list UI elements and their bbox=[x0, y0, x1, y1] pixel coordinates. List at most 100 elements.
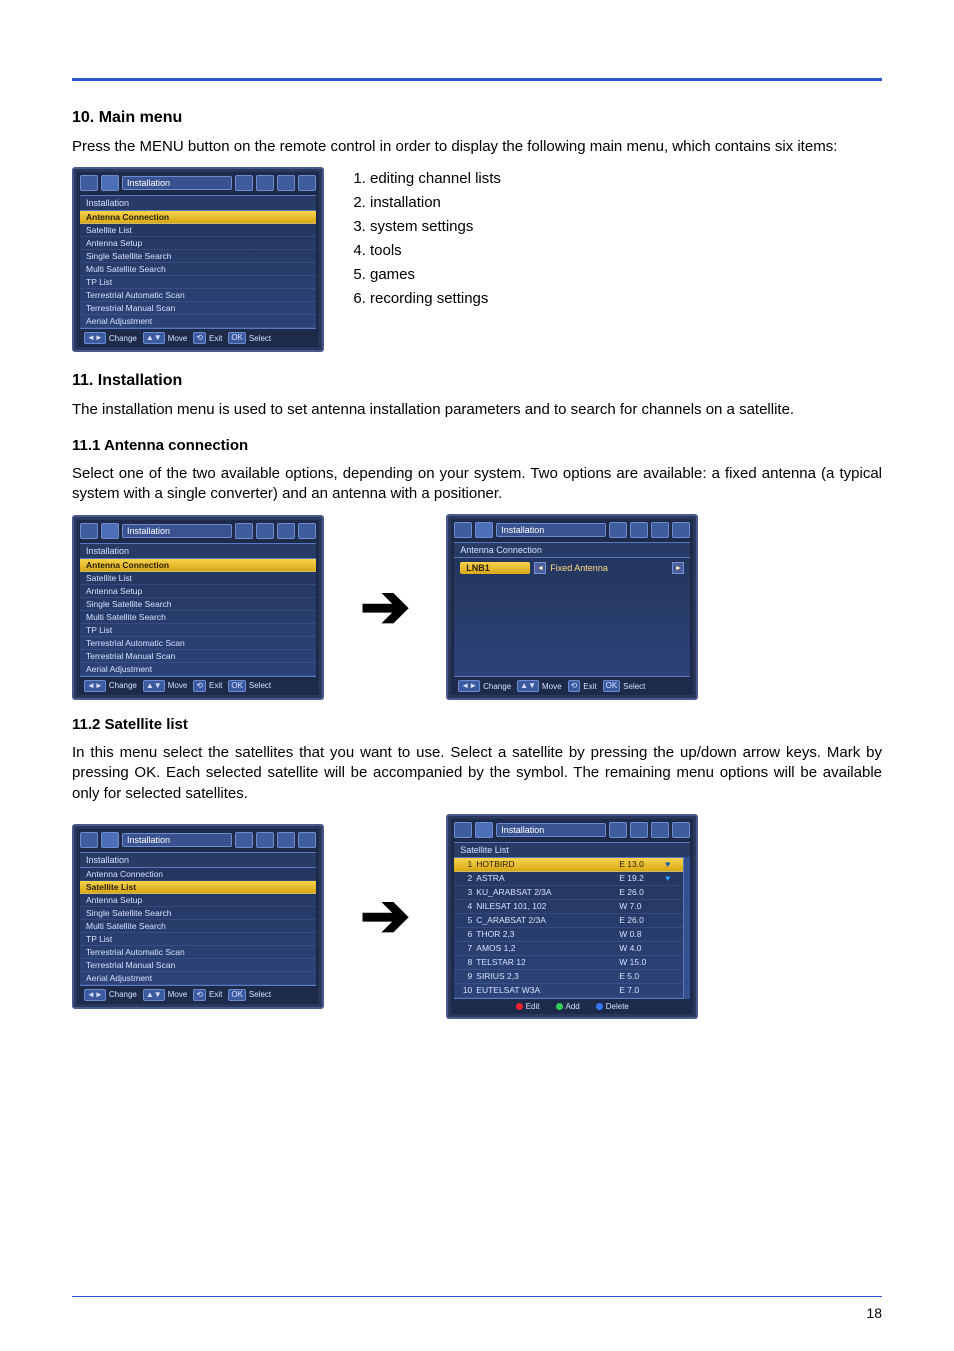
top-icon bbox=[256, 175, 274, 191]
hint-change: ◄►Change bbox=[458, 680, 511, 692]
menu-item: Multi Satellite Search bbox=[80, 263, 316, 276]
menu-item: Terrestrial Manual Scan bbox=[80, 302, 316, 315]
section-11-title: 11. Installation bbox=[72, 372, 882, 390]
hint-move: ▲▼Move bbox=[517, 680, 561, 692]
top-title: Installation bbox=[122, 524, 232, 538]
menu-item: Multi Satellite Search bbox=[80, 611, 316, 624]
menu-item: Terrestrial Automatic Scan bbox=[80, 289, 316, 302]
hint-select: OKSelect bbox=[228, 332, 271, 344]
hint-move: ▲▼Move bbox=[143, 332, 187, 344]
arrow-right-icon: ► bbox=[672, 562, 684, 574]
section-10-title: 10. Main menu bbox=[72, 109, 882, 127]
form-row-lnb1: LNB1 ◄ Fixed Antenna ► bbox=[460, 562, 684, 574]
screenshot-antenna-connection: Installation Antenna Connection LNB1 ◄ F… bbox=[446, 514, 698, 700]
menu-list: Antenna ConnectionSatellite ListAntenna … bbox=[80, 867, 316, 986]
menu-item: Antenna Setup bbox=[80, 894, 316, 907]
form-value: Fixed Antenna bbox=[550, 563, 608, 573]
screenshot-installation-menu-hl-satlist: Installation Installation Antenna Connec… bbox=[72, 824, 324, 1009]
top-icon bbox=[80, 523, 98, 539]
panel-header: Installation bbox=[80, 543, 316, 558]
screenshot-installation-menu-hl-antenna: Installation Installation Antenna Connec… bbox=[72, 515, 324, 700]
panel-header: Installation bbox=[80, 195, 316, 210]
panel-header: Installation bbox=[80, 852, 316, 867]
satellite-row: 10EUTELSAT W3AE 7.0 bbox=[454, 984, 683, 998]
hint-exit: ⟲Exit bbox=[193, 989, 222, 1001]
top-icon bbox=[609, 522, 627, 538]
top-icon bbox=[454, 522, 472, 538]
satellite-row: 1HOTBIRDE 13.0♥ bbox=[454, 858, 683, 872]
menu-item: Aerial Adjustment bbox=[80, 315, 316, 328]
top-icon bbox=[101, 175, 119, 191]
hint-exit: ⟲Exit bbox=[193, 680, 222, 692]
top-icon bbox=[101, 523, 119, 539]
menu-item: TP List bbox=[80, 624, 316, 637]
satellite-row: 5C_ARABSAT 2/3AE 26.0 bbox=[454, 914, 683, 928]
form-label: LNB1 bbox=[460, 562, 530, 574]
top-icon bbox=[298, 523, 316, 539]
top-icon bbox=[630, 822, 648, 838]
page-number: 18 bbox=[866, 1305, 882, 1321]
main-menu-list-item: tools bbox=[370, 239, 501, 263]
menu-list: Antenna ConnectionSatellite ListAntenna … bbox=[80, 558, 316, 677]
menu-list: Antenna ConnectionSatellite ListAntenna … bbox=[80, 210, 316, 329]
menu-item: Single Satellite Search bbox=[80, 907, 316, 920]
top-icon bbox=[298, 175, 316, 191]
screenshot-installation-menu: Installation Installation Antenna Connec… bbox=[72, 167, 324, 352]
scrollbar-track bbox=[683, 857, 690, 999]
hint-select: OKSelect bbox=[228, 989, 271, 1001]
top-icon bbox=[609, 822, 627, 838]
top-icon bbox=[235, 832, 253, 848]
section-11-paragraph: The installation menu is used to set ant… bbox=[72, 400, 882, 420]
arrow-right-icon: ➔ bbox=[350, 577, 420, 637]
arrow-left-icon: ◄ bbox=[534, 562, 546, 574]
top-icon bbox=[256, 832, 274, 848]
top-title: Installation bbox=[122, 176, 232, 190]
top-icon bbox=[672, 522, 690, 538]
satellite-row: 7AMOS 1,2W 4.0 bbox=[454, 942, 683, 956]
section-10-paragraph: Press the MENU button on the remote cont… bbox=[72, 137, 882, 157]
hint-delete: Delete bbox=[596, 1002, 629, 1011]
hint-exit: ⟲Exit bbox=[568, 680, 597, 692]
hint-change: ◄►Change bbox=[84, 680, 137, 692]
top-icon bbox=[80, 832, 98, 848]
top-icon bbox=[256, 523, 274, 539]
panel-header: Satellite List bbox=[454, 842, 690, 857]
menu-item: Antenna Connection bbox=[80, 868, 316, 881]
menu-item: Single Satellite Search bbox=[80, 598, 316, 611]
hint-add: Add bbox=[556, 1002, 580, 1011]
satellite-row: 3KU_ARABSAT 2/3AE 26.0 bbox=[454, 886, 683, 900]
top-icon bbox=[298, 832, 316, 848]
menu-item: Satellite List bbox=[80, 572, 316, 585]
top-icon bbox=[454, 822, 472, 838]
hint-move: ▲▼Move bbox=[143, 989, 187, 1001]
menu-item: Satellite List bbox=[80, 224, 316, 237]
menu-item: Aerial Adjustment bbox=[80, 972, 316, 985]
section-11-1-paragraph: Select one of the two available options,… bbox=[72, 464, 882, 505]
top-icon bbox=[277, 523, 295, 539]
top-icon bbox=[475, 822, 493, 838]
menu-item: Antenna Connection bbox=[80, 559, 316, 572]
top-icon bbox=[80, 175, 98, 191]
main-menu-list-item: system settings bbox=[370, 215, 501, 239]
top-icon bbox=[672, 822, 690, 838]
menu-item: Satellite List bbox=[80, 881, 316, 894]
main-menu-list-item: editing channel lists bbox=[370, 167, 501, 191]
top-icon bbox=[277, 832, 295, 848]
satellite-row: 9SIRIUS 2,3E 5.0 bbox=[454, 970, 683, 984]
section-11-2-title: 11.2 Satellite list bbox=[72, 716, 882, 733]
satellite-row: 4NILESAT 101, 102W 7.0 bbox=[454, 900, 683, 914]
menu-item: Antenna Connection bbox=[80, 211, 316, 224]
main-menu-list-item: games bbox=[370, 263, 501, 287]
satellite-row: 8TELSTAR 12W 15.0 bbox=[454, 956, 683, 970]
top-icon bbox=[651, 822, 669, 838]
top-title: Installation bbox=[496, 823, 606, 837]
hint-select: OKSelect bbox=[603, 680, 646, 692]
hint-move: ▲▼Move bbox=[143, 680, 187, 692]
screenshot-satellite-list: Installation Satellite List 1HOTBIRDE 13… bbox=[446, 814, 698, 1019]
main-menu-numbered-list: editing channel listsinstallationsystem … bbox=[370, 167, 501, 311]
menu-item: Aerial Adjustment bbox=[80, 663, 316, 676]
top-icon bbox=[277, 175, 295, 191]
menu-item: TP List bbox=[80, 276, 316, 289]
top-icon bbox=[235, 175, 253, 191]
satellite-row: 2ASTRAE 19.2♥ bbox=[454, 872, 683, 886]
